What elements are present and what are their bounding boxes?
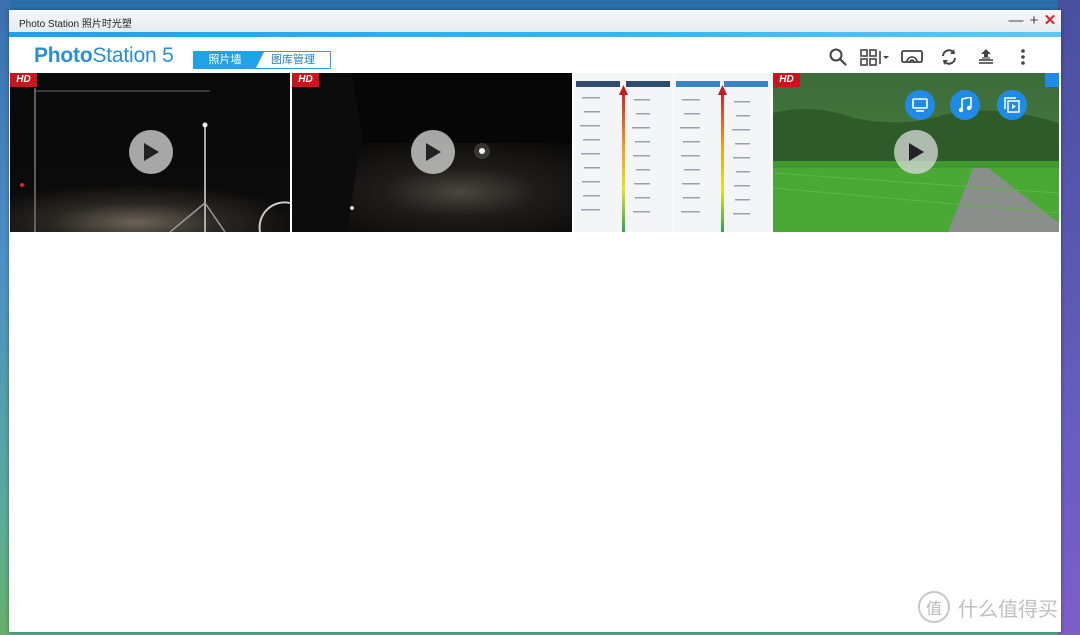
toolbar [817, 46, 1039, 68]
more-icon[interactable] [1007, 46, 1039, 68]
music-icon[interactable] [950, 90, 980, 120]
grid-view-icon[interactable] [859, 46, 891, 68]
slideshow-icon[interactable] [997, 90, 1027, 120]
hd-badge: HD [773, 73, 800, 87]
hd-badge: HD [10, 73, 37, 87]
media-thumbnail[interactable]: HD [292, 73, 572, 232]
watermark-logo: 值 [918, 591, 950, 623]
app-logo: PhotoStation 5 [34, 44, 174, 68]
view-switcher: 照片墙 图库管理 [193, 51, 331, 69]
brand-regular: Station 5 [92, 44, 174, 67]
media-thumbnail[interactable]: HD [10, 73, 290, 232]
photo-station-window: Photo Station 照片时光塑 — + ✕ PhotoStation 5… [9, 10, 1061, 632]
desktop-background-right [1058, 0, 1080, 635]
header-accent-bar [9, 32, 1061, 37]
close-button[interactable]: ✕ [1041, 12, 1059, 30]
select-checkbox[interactable] [1045, 73, 1059, 87]
thumbnail-image [574, 73, 771, 232]
brand-bold: Photo [34, 44, 93, 67]
media-thumbnail[interactable]: HD [773, 73, 1059, 232]
play-button[interactable] [411, 130, 455, 174]
media-thumbnail[interactable] [574, 73, 771, 232]
play-button[interactable] [894, 130, 938, 174]
play-button[interactable] [129, 130, 173, 174]
watermark: 值 什么值得买 [918, 591, 1058, 623]
hd-badge: HD [292, 73, 319, 87]
minimize-button[interactable]: — [1007, 12, 1025, 30]
watermark-text: 什么值得买 [958, 598, 1058, 621]
window-titlebar[interactable]: Photo Station 照片时光塑 — + ✕ [9, 10, 1061, 33]
tv-icon[interactable] [905, 90, 935, 120]
refresh-icon[interactable] [933, 46, 965, 68]
window-title: Photo Station 照片时光塑 [19, 19, 132, 30]
cast-icon[interactable] [896, 46, 928, 68]
upload-icon[interactable] [970, 46, 1002, 68]
tab-photo-wall[interactable]: 照片墙 [194, 52, 264, 68]
search-icon[interactable] [822, 46, 854, 68]
tab-library-management[interactable]: 图库管理 [256, 52, 330, 68]
photo-grid: HD HD HD [10, 73, 1059, 232]
